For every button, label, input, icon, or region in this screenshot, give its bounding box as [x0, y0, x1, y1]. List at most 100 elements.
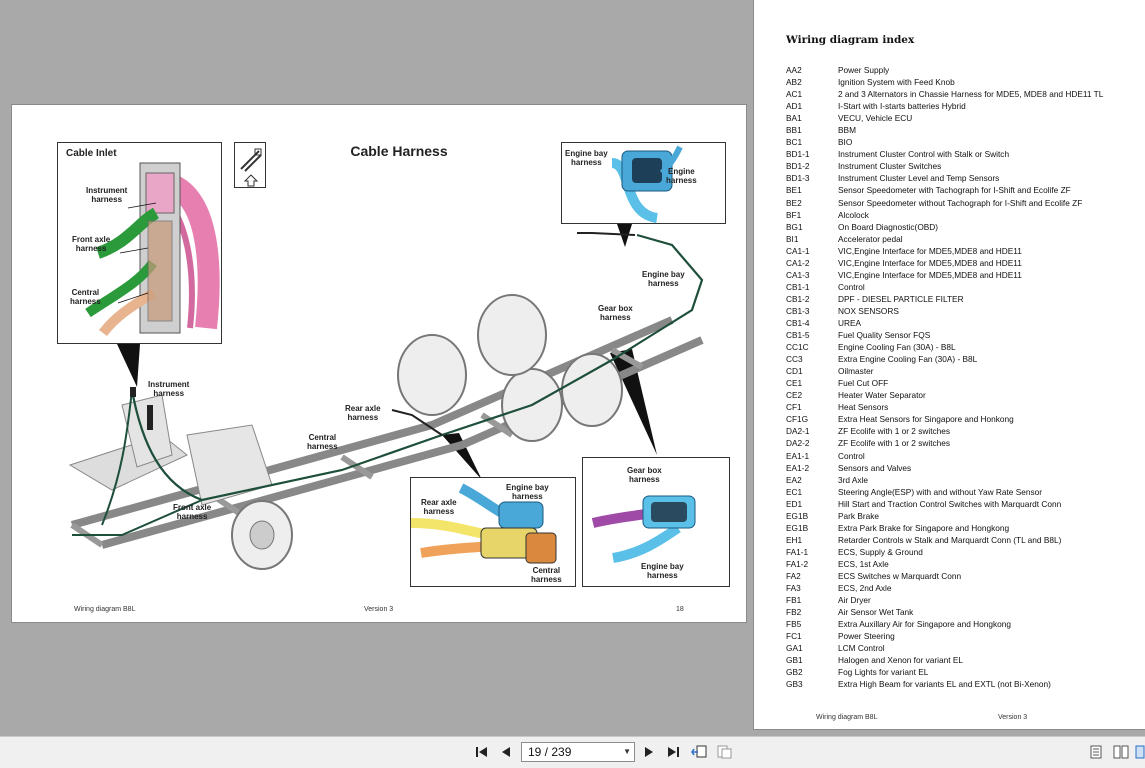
index-row[interactable]: BC1 BIO [786, 136, 1136, 148]
index-description: Alcolock [838, 209, 869, 220]
index-row[interactable]: AC1 2 and 3 Alternators in Chassie Harnes… [786, 88, 1136, 100]
index-code: AB2 [786, 77, 802, 88]
index-row[interactable]: EA1-1 Control [786, 450, 1136, 462]
index-code: BE2 [786, 197, 802, 208]
index-row[interactable]: CC1C Engine Cooling Fan (30A) - B8L [786, 341, 1136, 353]
index-row[interactable]: CF1G Extra Heat Sensors for Singapore and… [786, 413, 1136, 425]
index-code: EG1B [786, 522, 809, 533]
label-instrument-harness: Instrument harness [86, 186, 128, 204]
index-description: Hill Start and Traction Control Switches… [838, 498, 1062, 509]
index-row[interactable]: BD1-2 Instrument Cluster Switches [786, 160, 1136, 172]
index-row[interactable]: CE1 Fuel Cut OFF [786, 377, 1136, 389]
next-page-icon[interactable] [641, 744, 657, 760]
index-row[interactable]: CD1 Oilmaster [786, 365, 1136, 377]
index-code: BD1-2 [786, 161, 810, 172]
index-code: GB1 [786, 655, 803, 666]
index-row[interactable]: EA1-2 Sensors and Valves [786, 462, 1136, 474]
index-row[interactable]: BE2 Sensor Speedometer without Tachograph… [786, 197, 1136, 209]
label-gear-box-harness-mid: Gear box harness [598, 304, 633, 322]
index-row[interactable]: BI1 Accelerator pedal [786, 233, 1136, 245]
index-description: Sensor Speedometer with Tachograph for I… [838, 185, 1071, 196]
index-row[interactable]: CB1-1 Control [786, 281, 1136, 293]
index-row[interactable]: EG1B Extra Park Brake for Singapore and H… [786, 522, 1136, 534]
index-row[interactable]: BF1 Alcolock [786, 209, 1136, 221]
index-description: Control [838, 281, 865, 292]
first-page-icon[interactable] [474, 744, 490, 760]
index-row[interactable]: FC1 Power Steering [786, 630, 1136, 642]
index-code: FA1-1 [786, 546, 809, 557]
page-number-select[interactable]: 19 / 239 ▼ [521, 742, 635, 762]
index-row[interactable]: CE2 Heater Water Separator [786, 389, 1136, 401]
index-row[interactable]: FB2 Air Sensor Wet Tank [786, 606, 1136, 618]
index-description: Extra Park Brake for Singapore and Hongk… [838, 522, 1010, 533]
index-row[interactable]: EG1B Park Brake [786, 510, 1136, 522]
index-row[interactable]: GB3 Extra High Beam for variants EL and E… [786, 678, 1136, 690]
index-row[interactable]: ED1 Hill Start and Traction Control Switc… [786, 498, 1136, 510]
index-row[interactable]: BB1 BBM [786, 124, 1136, 136]
index-row[interactable]: CB1-3 NOX SENSORS [786, 305, 1136, 317]
continuous-view-icon[interactable] [1135, 744, 1145, 760]
two-page-view-icon[interactable] [1113, 744, 1129, 760]
index-row[interactable]: BG1 On Board Diagnostic(OBD) [786, 221, 1136, 233]
index-row[interactable]: CB1-5 Fuel Quality Sensor FQS [786, 329, 1136, 341]
index-description: 3rd Axle [838, 474, 868, 485]
go-forward-icon[interactable] [716, 744, 732, 760]
tool-icon-box [234, 142, 266, 188]
go-back-icon[interactable] [690, 744, 707, 760]
index-row[interactable]: CC3 Extra Engine Cooling Fan (30A) - B8L [786, 353, 1136, 365]
index-row[interactable]: CF1 Heat Sensors [786, 401, 1136, 413]
index-row[interactable]: FA3 ECS, 2nd Axle [786, 582, 1136, 594]
left-footer-doc: Wiring diagram B8L [74, 606, 136, 613]
index-code: FA2 [786, 570, 801, 581]
index-description: BIO [838, 137, 853, 148]
index-row[interactable]: DA2-1 ZF Ecolife with 1 or 2 switches [786, 425, 1136, 437]
index-row[interactable]: GB2 Fog Lights for variant EL [786, 666, 1136, 678]
index-description: Steering Angle(ESP) with and without Yaw… [838, 486, 1043, 497]
index-code: CF1 [786, 402, 802, 413]
index-row[interactable]: CA1-3 VIC,Engine Interface for MDE5,MDE8 … [786, 269, 1136, 281]
index-row[interactable]: AD1 I-Start with I-starts batteries Hybri… [786, 100, 1136, 112]
index-row[interactable]: FA1-1 ECS, Supply & Ground [786, 546, 1136, 558]
index-row[interactable]: EH1 Retarder Controls w Stalk and Marquar… [786, 534, 1136, 546]
index-description: I-Start with I-starts batteries Hybrid [838, 101, 966, 112]
index-description: Power Steering [838, 631, 895, 642]
engine-bay-inset: Engine bay harness Engine harness [561, 142, 726, 224]
index-row[interactable]: FA1-2 ECS, 1st Axle [786, 558, 1136, 570]
index-code: FB2 [786, 607, 802, 618]
index-row[interactable]: CB1-4 UREA [786, 317, 1136, 329]
index-row[interactable]: AB2 Ignition System with Feed Knob [786, 76, 1136, 88]
index-row[interactable]: BD1-3 Instrument Cluster Level and Temp S… [786, 172, 1136, 184]
index-description: DPF - DIESEL PARTICLE FILTER [838, 293, 964, 304]
index-row[interactable]: BE1 Sensor Speedometer with Tachograph fo… [786, 184, 1136, 196]
index-description: Retarder Controls w Stalk and Marquardt … [838, 534, 1062, 545]
index-description: On Board Diagnostic(OBD) [838, 221, 939, 232]
index-description: BBM [838, 125, 856, 136]
last-page-icon[interactable] [665, 744, 681, 760]
index-row[interactable]: EA2 3rd Axle [786, 474, 1136, 486]
single-page-view-icon[interactable] [1088, 744, 1104, 760]
index-row[interactable]: EC1 Steering Angle(ESP) with and without … [786, 486, 1136, 498]
index-row[interactable]: BD1-1 Instrument Cluster Control with Sta… [786, 148, 1136, 160]
index-row[interactable]: GB1 Halogen and Xenon for variant EL [786, 654, 1136, 666]
index-code: CF1G [786, 414, 809, 425]
index-code: BE1 [786, 185, 802, 196]
index-description: ECS, Supply & Ground [838, 546, 923, 557]
index-row[interactable]: FB1 Air Dryer [786, 594, 1136, 606]
previous-page-icon[interactable] [498, 744, 514, 760]
index-description: ECS, 2nd Axle [838, 583, 892, 594]
index-code: BC1 [786, 137, 803, 148]
index-row[interactable]: CA1-2 VIC,Engine Interface for MDE5,MDE8 … [786, 257, 1136, 269]
index-row[interactable]: FA2 ECS Switches w Marquardt Conn [786, 570, 1136, 582]
index-code: FB5 [786, 619, 802, 630]
index-code: EC1 [786, 486, 803, 497]
index-row[interactable]: DA2-2 ZF Ecolife with 1 or 2 switches [786, 437, 1136, 449]
index-code: CA1-1 [786, 245, 810, 256]
index-row[interactable]: CA1-1 VIC,Engine Interface for MDE5,MDE8 … [786, 245, 1136, 257]
index-row[interactable]: AA2 Power Supply [786, 64, 1136, 76]
index-code: CC1C [786, 342, 809, 353]
index-row[interactable]: GA1 LCM Control [786, 642, 1136, 654]
index-description: Air Sensor Wet Tank [838, 607, 914, 618]
index-row[interactable]: BA1 VECU, Vehicle ECU [786, 112, 1136, 124]
index-row[interactable]: CB1-2 DPF - DIESEL PARTICLE FILTER [786, 293, 1136, 305]
index-row[interactable]: FB5 Extra Auxillary Air for Singapore and… [786, 618, 1136, 630]
